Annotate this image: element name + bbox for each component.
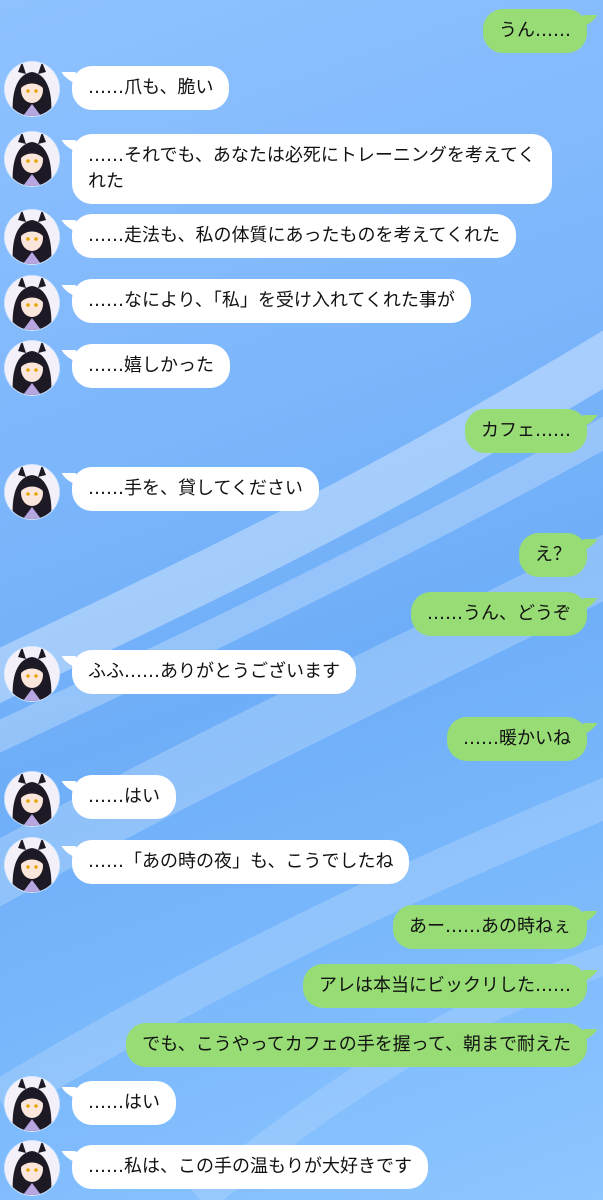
outgoing-bubble: カフェ…… (465, 409, 587, 453)
incoming-bubble: ……走法も、私の体質にあったものを考えてくれた (72, 214, 517, 258)
character-avatar-icon[interactable] (5, 341, 59, 395)
outgoing-bubble: ……うん、どうぞ (411, 592, 587, 636)
character-avatar-icon[interactable] (5, 210, 59, 264)
character-avatar-icon[interactable] (5, 1141, 59, 1195)
incoming-bubble: ……嬉しかった (72, 344, 230, 388)
character-avatar-icon[interactable] (5, 647, 59, 701)
incoming-bubble: ……私は、この手の温もりが大好きです (72, 1145, 428, 1189)
incoming-bubble: ……なにより、「私」を受け入れてくれた事が (72, 279, 471, 323)
outgoing-bubble: でも、こうやってカフェの手を握って、朝まで耐えた (126, 1023, 587, 1067)
character-avatar-icon[interactable] (5, 62, 59, 116)
outgoing-bubble: アレは本当にビックリした…… (303, 964, 587, 1008)
character-avatar-icon[interactable] (5, 838, 59, 892)
outgoing-bubble: ……暖かいね (447, 717, 587, 761)
character-avatar-icon[interactable] (5, 772, 59, 826)
outgoing-bubble: うん…… (483, 9, 587, 53)
chat-log[interactable]: うん…… ……爪も、脆い ……それでも、あなたは必死にトレーニングを考えてくれた… (0, 0, 603, 1200)
incoming-bubble: ……はい (72, 1081, 176, 1125)
incoming-bubble: ……それでも、あなたは必死にトレーニングを考えてくれた (72, 134, 552, 204)
character-avatar-icon[interactable] (5, 465, 59, 519)
outgoing-bubble: あー……あの時ねぇ (393, 905, 587, 949)
outgoing-bubble: え？ (519, 533, 587, 577)
incoming-bubble: ……はい (72, 775, 176, 819)
character-avatar-icon[interactable] (5, 1077, 59, 1131)
character-avatar-icon[interactable] (5, 132, 59, 186)
character-avatar-icon[interactable] (5, 276, 59, 330)
incoming-bubble: ふふ……ありがとうございます (72, 650, 356, 694)
incoming-bubble: ……「あの時の夜」も、こうでしたね (72, 840, 410, 884)
incoming-bubble: ……手を、貸してください (72, 467, 319, 511)
incoming-bubble: ……爪も、脆い (72, 66, 230, 110)
